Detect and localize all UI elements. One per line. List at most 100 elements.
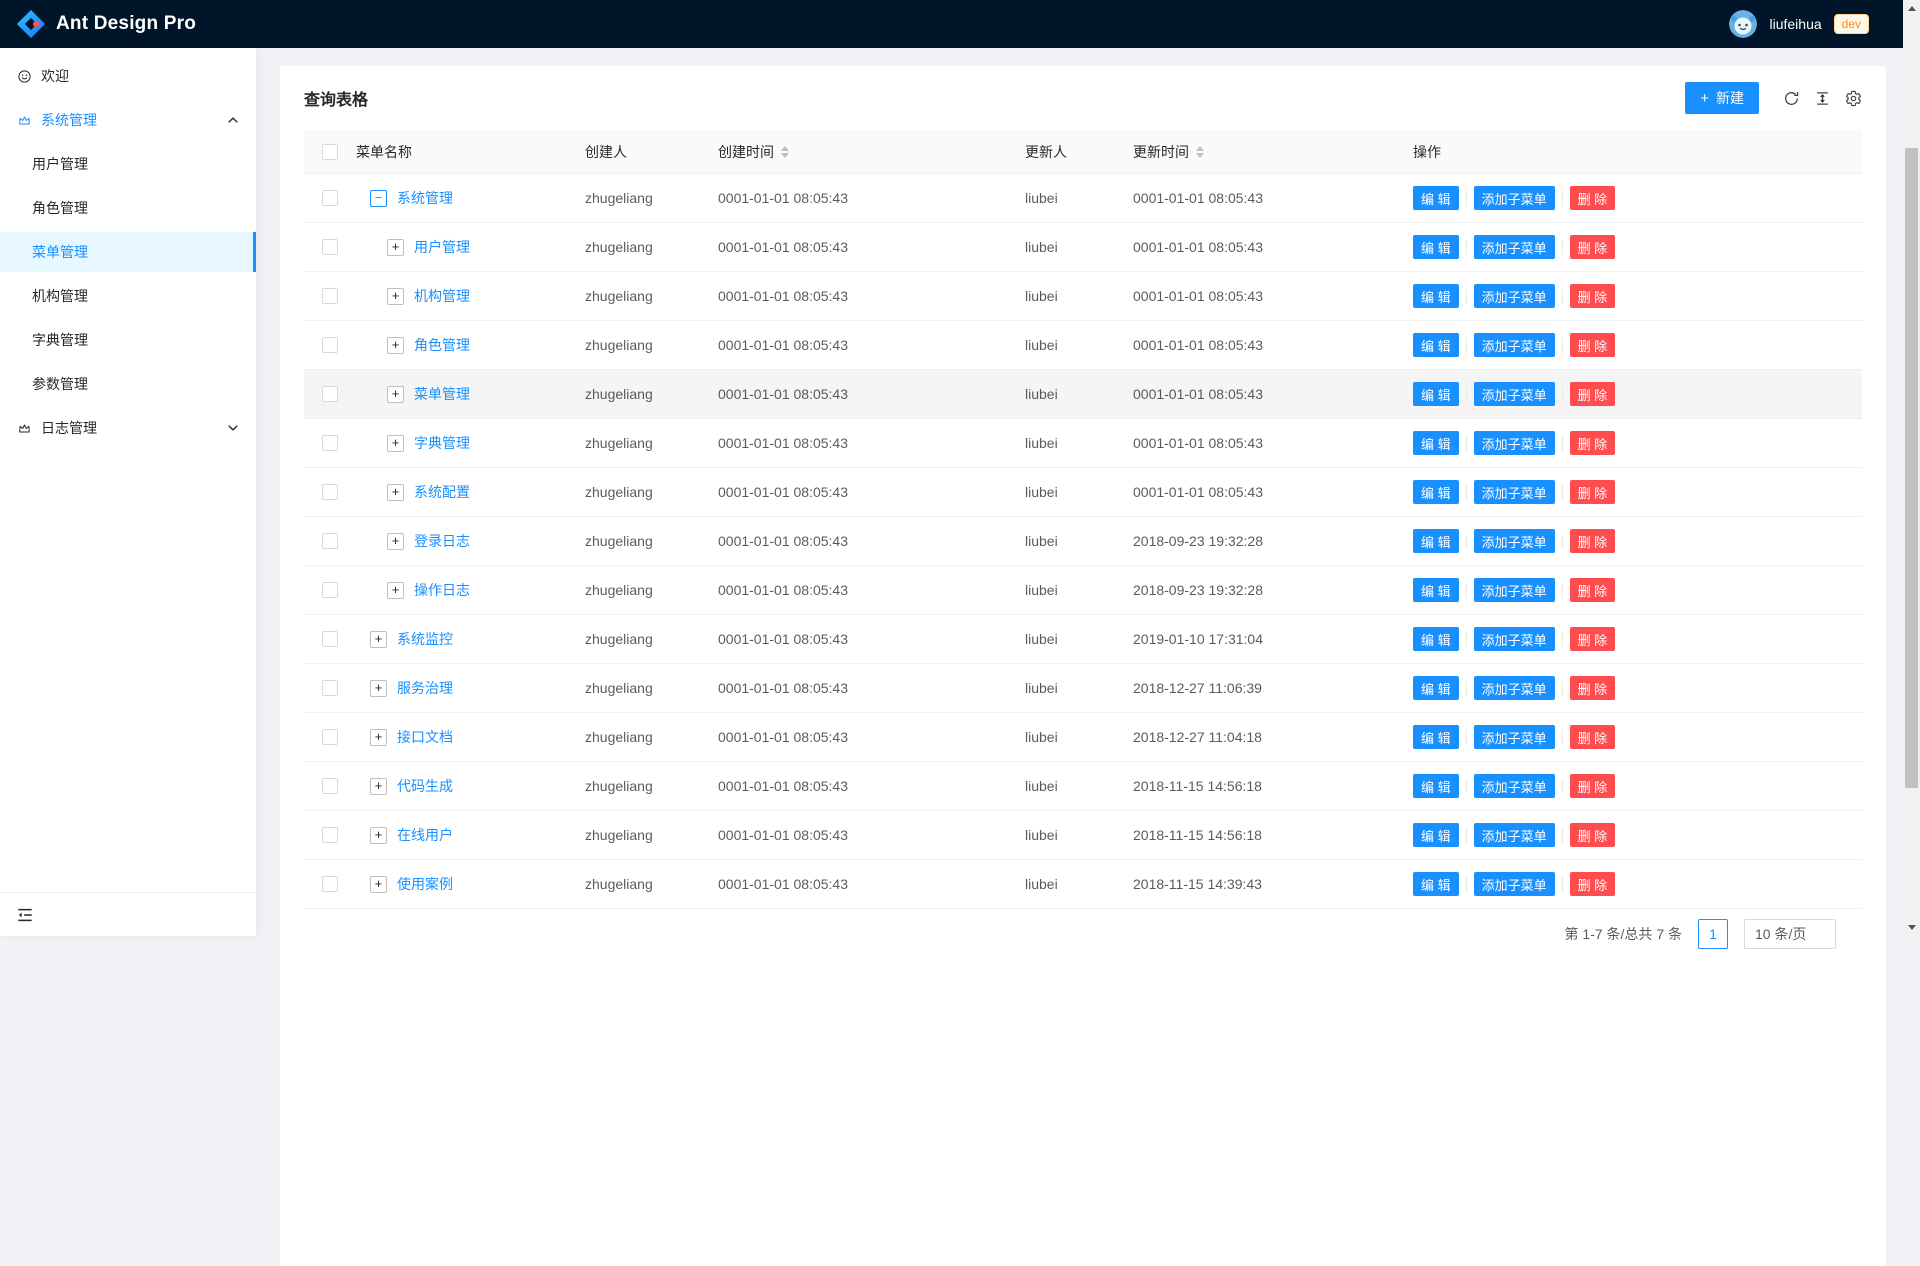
delete-button[interactable]: 删 除	[1570, 823, 1616, 847]
edit-button[interactable]: 编 辑	[1413, 823, 1459, 847]
expand-toggle[interactable]: +	[387, 582, 404, 599]
add-submenu-button[interactable]: 添加子菜单	[1474, 431, 1555, 455]
edit-button[interactable]: 编 辑	[1413, 480, 1459, 504]
menu-name-link[interactable]: 代码生成	[397, 776, 453, 796]
add-submenu-button[interactable]: 添加子菜单	[1474, 382, 1555, 406]
menu-name-link[interactable]: 系统配置	[414, 482, 470, 502]
edit-button[interactable]: 编 辑	[1413, 529, 1459, 553]
expand-toggle[interactable]: +	[387, 386, 404, 403]
edit-button[interactable]: 编 辑	[1413, 284, 1459, 308]
row-checkbox[interactable]	[322, 288, 338, 304]
scrollbar-thumb[interactable]	[1905, 148, 1918, 788]
expand-toggle[interactable]: +	[370, 729, 387, 746]
reload-icon[interactable]	[1783, 90, 1800, 107]
edit-button[interactable]: 编 辑	[1413, 725, 1459, 749]
row-checkbox[interactable]	[322, 876, 338, 892]
delete-button[interactable]: 删 除	[1570, 774, 1616, 798]
row-checkbox[interactable]	[322, 729, 338, 745]
menu-name-link[interactable]: 机构管理	[414, 286, 470, 306]
menu-name-link[interactable]: 服务治理	[397, 678, 453, 698]
setting-gear-icon[interactable]	[1845, 90, 1862, 107]
menu-name-link[interactable]: 字典管理	[414, 433, 470, 453]
add-submenu-button[interactable]: 添加子菜单	[1474, 480, 1555, 504]
row-checkbox[interactable]	[322, 337, 338, 353]
edit-button[interactable]: 编 辑	[1413, 333, 1459, 357]
expand-toggle[interactable]: +	[387, 337, 404, 354]
vertical-scrollbar[interactable]	[1903, 0, 1920, 936]
add-submenu-button[interactable]: 添加子菜单	[1474, 774, 1555, 798]
expand-toggle[interactable]: +	[387, 435, 404, 452]
sidebar-item[interactable]: 菜单管理	[0, 232, 256, 272]
delete-button[interactable]: 删 除	[1570, 578, 1616, 602]
edit-button[interactable]: 编 辑	[1413, 235, 1459, 259]
row-checkbox[interactable]	[322, 435, 338, 451]
add-submenu-button[interactable]: 添加子菜单	[1474, 823, 1555, 847]
sidebar-item[interactable]: 参数管理	[0, 364, 256, 404]
delete-button[interactable]: 删 除	[1570, 627, 1616, 651]
new-button[interactable]: + 新建	[1685, 82, 1759, 114]
add-submenu-button[interactable]: 添加子菜单	[1474, 872, 1555, 896]
sidebar-item[interactable]: 角色管理	[0, 188, 256, 228]
delete-button[interactable]: 删 除	[1570, 872, 1616, 896]
column-height-icon[interactable]	[1814, 90, 1831, 107]
row-checkbox[interactable]	[322, 484, 338, 500]
add-submenu-button[interactable]: 添加子菜单	[1474, 578, 1555, 602]
edit-button[interactable]: 编 辑	[1413, 431, 1459, 455]
menu-name-link[interactable]: 操作日志	[414, 580, 470, 600]
expand-toggle[interactable]: +	[370, 876, 387, 893]
expand-toggle[interactable]: +	[387, 239, 404, 256]
delete-button[interactable]: 删 除	[1570, 480, 1616, 504]
select-all-checkbox[interactable]	[322, 144, 338, 160]
add-submenu-button[interactable]: 添加子菜单	[1474, 186, 1555, 210]
expand-toggle[interactable]: +	[370, 778, 387, 795]
avatar[interactable]	[1729, 10, 1757, 38]
menu-name-link[interactable]: 系统管理	[397, 188, 453, 208]
add-submenu-button[interactable]: 添加子菜单	[1474, 284, 1555, 308]
sidebar-item[interactable]: 机构管理	[0, 276, 256, 316]
sidebar-item[interactable]: 用户管理	[0, 144, 256, 184]
expand-toggle[interactable]: −	[370, 190, 387, 207]
sort-carets-icon[interactable]	[1196, 146, 1204, 158]
expand-toggle[interactable]: +	[387, 533, 404, 550]
edit-button[interactable]: 编 辑	[1413, 774, 1459, 798]
row-checkbox[interactable]	[322, 631, 338, 647]
menu-name-link[interactable]: 菜单管理	[414, 384, 470, 404]
sidebar-item[interactable]: 日志管理	[0, 408, 256, 448]
delete-button[interactable]: 删 除	[1570, 284, 1616, 308]
col-header-create-time[interactable]: 创建时间	[718, 142, 1025, 162]
edit-button[interactable]: 编 辑	[1413, 676, 1459, 700]
edit-button[interactable]: 编 辑	[1413, 186, 1459, 210]
add-submenu-button[interactable]: 添加子菜单	[1474, 627, 1555, 651]
sort-carets-icon[interactable]	[781, 146, 789, 158]
row-checkbox[interactable]	[322, 680, 338, 696]
edit-button[interactable]: 编 辑	[1413, 382, 1459, 406]
delete-button[interactable]: 删 除	[1570, 431, 1616, 455]
header-user-area[interactable]: liufeihua dev	[1729, 10, 1869, 38]
menu-name-link[interactable]: 在线用户	[397, 825, 453, 845]
expand-toggle[interactable]: +	[370, 680, 387, 697]
edit-button[interactable]: 编 辑	[1413, 627, 1459, 651]
menu-name-link[interactable]: 系统监控	[397, 629, 453, 649]
row-checkbox[interactable]	[322, 582, 338, 598]
row-checkbox[interactable]	[322, 827, 338, 843]
delete-button[interactable]: 删 除	[1570, 186, 1616, 210]
sidebar-item[interactable]: 系统管理	[0, 100, 256, 140]
scroll-up-arrow-icon[interactable]	[1903, 0, 1920, 17]
edit-button[interactable]: 编 辑	[1413, 872, 1459, 896]
row-checkbox[interactable]	[322, 778, 338, 794]
menu-name-link[interactable]: 用户管理	[414, 237, 470, 257]
page-size-select[interactable]: 10 条/页	[1744, 919, 1836, 949]
edit-button[interactable]: 编 辑	[1413, 578, 1459, 602]
expand-toggle[interactable]: +	[370, 631, 387, 648]
row-checkbox[interactable]	[322, 533, 338, 549]
add-submenu-button[interactable]: 添加子菜单	[1474, 235, 1555, 259]
add-submenu-button[interactable]: 添加子菜单	[1474, 529, 1555, 553]
menu-fold-icon[interactable]	[15, 905, 35, 925]
menu-name-link[interactable]: 登录日志	[414, 531, 470, 551]
expand-toggle[interactable]: +	[387, 484, 404, 501]
delete-button[interactable]: 删 除	[1570, 725, 1616, 749]
col-header-update-time[interactable]: 更新时间	[1133, 142, 1413, 162]
delete-button[interactable]: 删 除	[1570, 529, 1616, 553]
menu-name-link[interactable]: 角色管理	[414, 335, 470, 355]
add-submenu-button[interactable]: 添加子菜单	[1474, 333, 1555, 357]
